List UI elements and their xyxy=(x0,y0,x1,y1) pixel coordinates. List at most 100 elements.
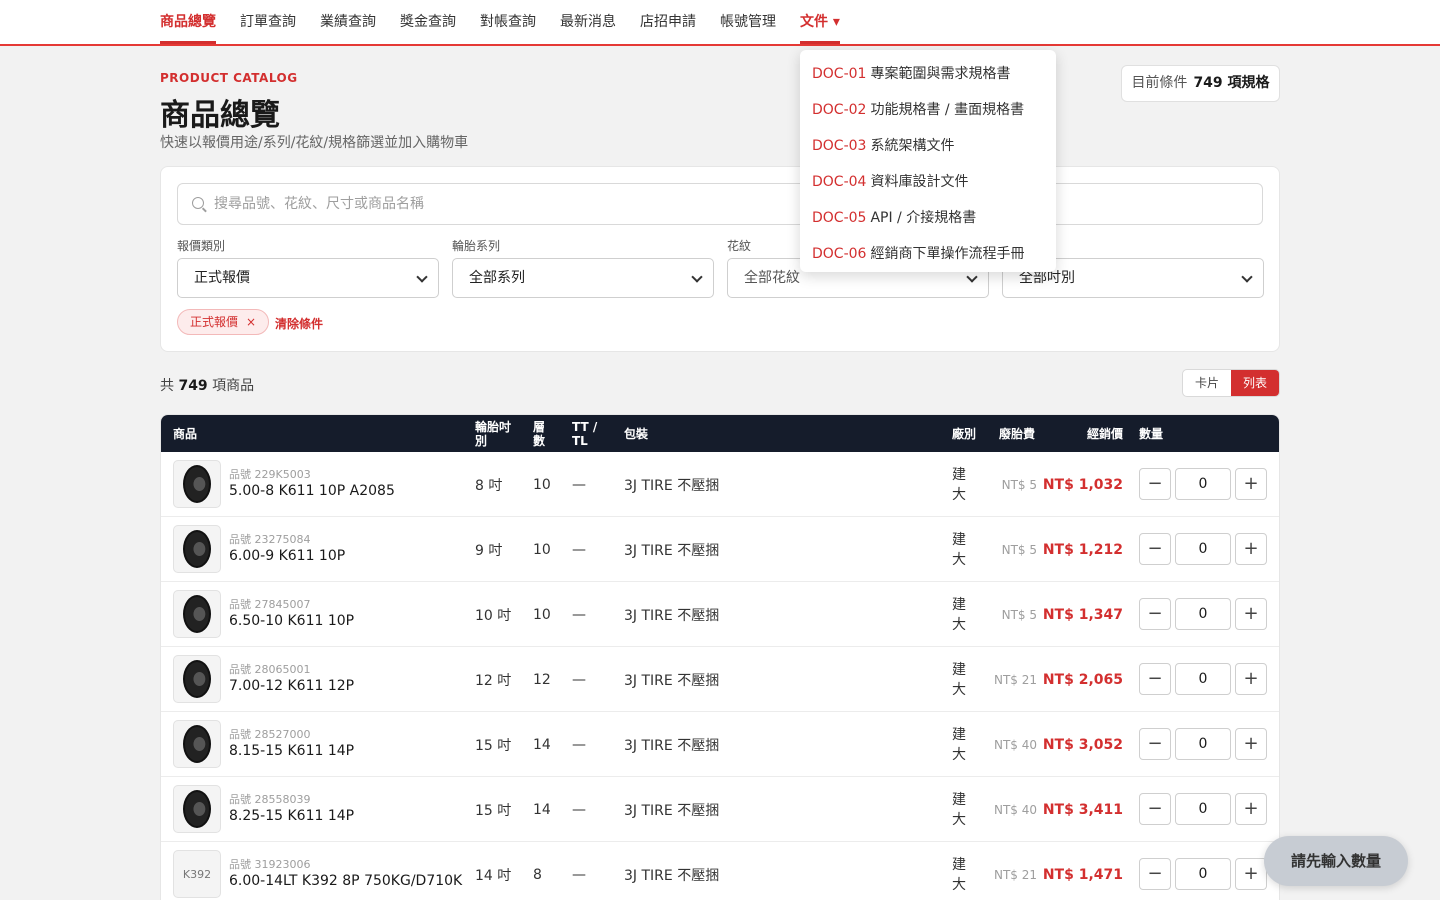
dealer-price: NT$ 1,032 xyxy=(1042,476,1123,493)
quantity-increase-button[interactable]: + xyxy=(1235,468,1267,500)
nav-item-bonus[interactable]: 獎金查詢 xyxy=(400,0,456,44)
product-name[interactable]: 6.00-14LT K392 8P 750KG/D710K xyxy=(229,873,462,889)
clear-filters-link[interactable]: 清除條件 xyxy=(275,315,323,332)
doc-code: DOC-01 xyxy=(812,66,867,82)
quantity-input[interactable]: 0 xyxy=(1175,468,1231,500)
quantity-increase-button[interactable]: + xyxy=(1235,858,1267,890)
quantity-increase-button[interactable]: + xyxy=(1235,793,1267,825)
add-to-cart-floating-button[interactable]: 請先輸入數量 xyxy=(1264,836,1408,886)
factory-line-2: 大 xyxy=(952,746,966,763)
quantity-increase-button[interactable]: + xyxy=(1235,533,1267,565)
packaging: 3J TIRE 不壓捆 xyxy=(624,672,720,689)
quantity-input[interactable]: 0 xyxy=(1175,598,1231,630)
th-tt: TT / TL xyxy=(572,419,598,448)
product-name[interactable]: 6.00-9 K611 10P xyxy=(229,548,345,564)
doc-code: DOC-06 xyxy=(812,246,867,262)
product-name[interactable]: 7.00-12 K611 12P xyxy=(229,678,354,694)
factory-line-1: 建 xyxy=(952,726,966,743)
page-title: 商品總覽 xyxy=(160,98,280,133)
ply-count: 10 xyxy=(533,606,551,623)
quantity-input[interactable]: 0 xyxy=(1175,728,1231,760)
tire-disposal-fee: NT$ 5 xyxy=(1001,607,1037,622)
docs-menu-item[interactable]: DOC-03 系統架構文件 xyxy=(812,135,954,155)
th-price: 經銷價 xyxy=(1087,426,1124,441)
ply-count: 10 xyxy=(533,476,551,493)
chevron-down-icon xyxy=(966,271,978,283)
product-name[interactable]: 5.00-8 K611 10P A2085 xyxy=(229,483,395,499)
tire-size: 9 吋 xyxy=(475,542,503,559)
count-number: 749 xyxy=(178,378,208,394)
docs-menu-item[interactable]: DOC-01 專案範圍與需求規格書 xyxy=(812,63,1010,83)
tire-size: 10 吋 xyxy=(475,607,512,624)
docs-menu-item[interactable]: DOC-04 資料庫設計文件 xyxy=(812,171,968,191)
docs-menu-item[interactable]: DOC-06 經銷商下單操作流程手冊 xyxy=(812,243,1024,263)
quantity-decrease-button[interactable]: − xyxy=(1139,858,1171,890)
quantity-decrease-button[interactable]: − xyxy=(1139,793,1171,825)
series-select[interactable]: 全部系列 xyxy=(452,258,714,298)
table-row: 品號 23275084 6.00-9 K611 10P 9 吋 10 — 3J … xyxy=(161,517,1279,582)
nav-item-orders[interactable]: 訂單查詢 xyxy=(240,0,296,44)
th-factory: 廠別 xyxy=(952,426,977,441)
docs-menu-item[interactable]: DOC-05 API / 介接規格書 xyxy=(812,207,976,227)
nav-item-statement[interactable]: 對帳查詢 xyxy=(480,0,536,44)
quantity-input[interactable]: 0 xyxy=(1175,858,1231,890)
pattern-label: 花紋 xyxy=(727,239,752,253)
quantity-input[interactable]: 0 xyxy=(1175,793,1231,825)
product-name[interactable]: 8.15-15 K611 14P xyxy=(229,743,354,759)
docs-menu-item[interactable]: DOC-02 功能規格書 / 畫面規格書 xyxy=(812,99,1024,119)
factory-line-2: 大 xyxy=(952,616,966,633)
chevron-down-icon xyxy=(691,271,703,283)
product-thumbnail: K392 xyxy=(173,850,221,898)
quantity-decrease-button[interactable]: − xyxy=(1139,468,1171,500)
nav-item-news[interactable]: 最新消息 xyxy=(560,0,616,44)
table-body: 品號 229K5003 5.00-8 K611 10P A2085 8 吋 10… xyxy=(161,452,1279,900)
condition-label: 目前條件 xyxy=(1131,75,1188,91)
factory-line-2: 大 xyxy=(952,811,966,828)
doc-title: 專案範圍與需求規格書 xyxy=(870,66,1011,82)
th-ply: 層 數 xyxy=(533,419,546,448)
factory-line-1: 建 xyxy=(952,531,966,548)
quantity-increase-button[interactable]: + xyxy=(1235,663,1267,695)
quantity-decrease-button[interactable]: − xyxy=(1139,533,1171,565)
close-icon[interactable]: × xyxy=(246,315,256,329)
factory: 建 大 xyxy=(952,582,966,647)
product-name[interactable]: 8.25-15 K611 14P xyxy=(229,808,354,824)
factory-line-2: 大 xyxy=(952,551,966,568)
ply-count: 14 xyxy=(533,801,551,818)
quantity-decrease-button[interactable]: − xyxy=(1139,598,1171,630)
tire-image xyxy=(183,595,211,633)
table-row: 品號 28558039 8.25-15 K611 14P 15 吋 14 — 3… xyxy=(161,777,1279,842)
tire-size: 15 吋 xyxy=(475,802,512,819)
factory: 建 大 xyxy=(952,452,966,517)
nav-item-docs[interactable]: 文件 ▾ xyxy=(800,0,840,44)
table-row: 品號 229K5003 5.00-8 K611 10P A2085 8 吋 10… xyxy=(161,452,1279,517)
product-sku: 品號 23275084 xyxy=(229,533,311,546)
quantity-increase-button[interactable]: + xyxy=(1235,728,1267,760)
active-filter-chip[interactable]: 正式報價 × xyxy=(177,309,270,335)
quote-type-select[interactable]: 正式報價 xyxy=(177,258,439,298)
view-card-button[interactable]: 卡片 xyxy=(1183,370,1231,396)
nav-item-signboard[interactable]: 店招申請 xyxy=(640,0,696,44)
tire-size: 12 吋 xyxy=(475,672,512,689)
nav-item-account[interactable]: 帳號管理 xyxy=(720,0,776,44)
product-sku: 品號 28065001 xyxy=(229,663,311,676)
product-name[interactable]: 6.50-10 K611 10P xyxy=(229,613,354,629)
quantity-decrease-button[interactable]: − xyxy=(1139,728,1171,760)
quantity-decrease-button[interactable]: − xyxy=(1139,663,1171,695)
quantity-input[interactable]: 0 xyxy=(1175,663,1231,695)
quantity-increase-button[interactable]: + xyxy=(1235,598,1267,630)
table-row: 品號 28065001 7.00-12 K611 12P 12 吋 12 — 3… xyxy=(161,647,1279,712)
view-list-button[interactable]: 列表 xyxy=(1231,370,1279,396)
nav-item-catalog[interactable]: 商品總覽 xyxy=(160,0,216,44)
product-sku: 品號 229K5003 xyxy=(229,468,311,481)
quantity-input[interactable]: 0 xyxy=(1175,533,1231,565)
factory: 建 大 xyxy=(952,777,966,842)
search-input[interactable] xyxy=(214,184,1244,224)
top-nav: 商品總覽 訂單查詢 業績查詢 獎金查詢 對帳查詢 最新消息 店招申請 帳號管理 … xyxy=(0,0,1440,46)
factory-line-2: 大 xyxy=(952,681,966,698)
ply-count: 8 xyxy=(533,866,542,883)
doc-code: DOC-04 xyxy=(812,174,867,190)
table-row: K392 品號 31923006 6.00-14LT K392 8P 750KG… xyxy=(161,842,1279,900)
th-qty: 數量 xyxy=(1139,426,1164,441)
nav-item-performance[interactable]: 業績查詢 xyxy=(320,0,376,44)
